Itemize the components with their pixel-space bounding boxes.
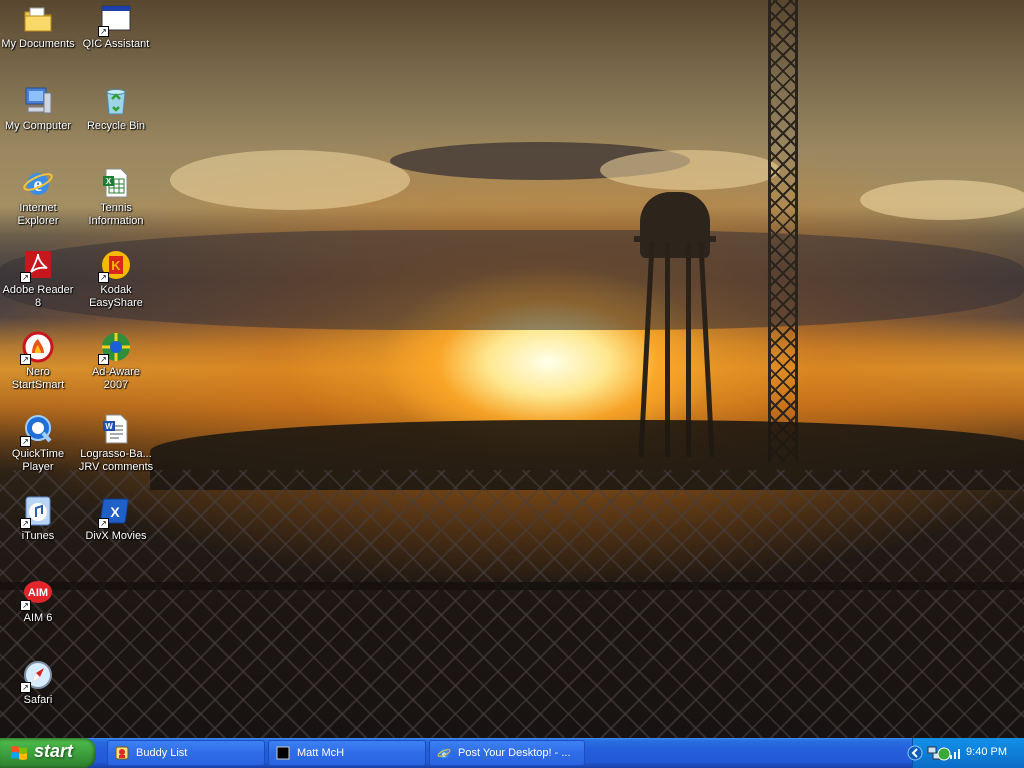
taskbar-button-buddy-list[interactable]: Buddy List — [107, 740, 265, 766]
taskbar-button-label: Buddy List — [136, 747, 188, 759]
desktop-icon-qic-assistant[interactable]: ↗ QIC Assistant — [77, 3, 155, 51]
svg-text:AIM: AIM — [28, 587, 48, 599]
window-icon: ↗ — [98, 3, 132, 37]
wireless-signal-icon[interactable] — [949, 745, 963, 761]
taskbar-button-label: Matt McH — [297, 747, 345, 759]
word-file-icon: W — [100, 413, 132, 445]
shortcut-arrow-icon: ↗ — [20, 518, 31, 529]
shortcut-arrow-icon: ↗ — [20, 354, 31, 365]
svg-text:X: X — [110, 504, 120, 520]
itunes-icon: ↗ — [20, 495, 54, 529]
desktop-icon-my-documents[interactable]: My Documents — [0, 3, 77, 51]
shortcut-arrow-icon: ↗ — [98, 272, 109, 283]
computer-icon — [22, 85, 54, 117]
desktop-icon-tennis-information[interactable]: X Tennis Information — [77, 167, 155, 228]
desktop-icon-lograsso-jrv-comments[interactable]: W Lograsso-Ba... JRV comments — [77, 413, 155, 474]
taskbar-button-label: Post Your Desktop! - ... — [458, 747, 571, 759]
start-button[interactable]: start — [0, 738, 96, 768]
desktop-icon-kodak-easyshare[interactable]: K ↗ Kodak EasyShare — [77, 249, 155, 310]
aim-buddy-icon — [115, 746, 129, 760]
folder-icon — [22, 3, 54, 35]
desktop-icon-label: iTunes — [21, 530, 55, 542]
desktop-icon-label: Safari — [23, 694, 53, 706]
shortcut-arrow-icon: ↗ — [98, 354, 109, 365]
desktop-icon-divx-movies[interactable]: X ↗ DivX Movies — [77, 495, 155, 543]
ad-aware-icon: ↗ — [98, 331, 132, 365]
quicktime-icon: ↗ — [20, 413, 54, 447]
aim-icon: AIM ↗ — [20, 577, 54, 611]
chat-window-icon — [276, 746, 290, 760]
taskbar-button-matt-mch[interactable]: Matt McH — [268, 740, 426, 766]
shortcut-arrow-icon: ↗ — [20, 272, 31, 283]
show-hidden-icons-chevron-icon[interactable] — [907, 745, 923, 761]
taskbar: start Buddy List Matt McH e Post Your De… — [0, 738, 1024, 768]
desktop-icon-itunes[interactable]: ↗ iTunes — [0, 495, 77, 543]
shortcut-arrow-icon: ↗ — [20, 600, 31, 611]
desktop-icon-recycle-bin[interactable]: Recycle Bin — [77, 85, 155, 133]
shortcut-arrow-icon: ↗ — [98, 518, 109, 529]
system-tray: 9:40 PM — [907, 738, 1024, 768]
desktop-icon-label: My Computer — [4, 120, 72, 132]
desktop-icon-label: Adobe Reader 8 — [2, 284, 74, 309]
desktop-icon-label: AIM 6 — [23, 612, 53, 624]
nero-icon: ↗ — [20, 331, 54, 365]
desktop-icon-adobe-reader[interactable]: ↗ Adobe Reader 8 — [0, 249, 77, 310]
adobe-reader-icon: ↗ — [20, 249, 54, 283]
desktop-icon-nero-startsmart[interactable]: ↗ Nero StartSmart — [0, 331, 77, 392]
system-clock[interactable]: 9:40 PM — [966, 746, 1007, 758]
desktop-icon-label: DivX Movies — [85, 530, 147, 542]
safari-icon: ↗ — [20, 659, 54, 693]
internet-explorer-icon: e — [22, 167, 54, 199]
desktop-icon-quicktime-player[interactable]: ↗ QuickTime Player — [0, 413, 77, 474]
desktop-icon-label: Tennis Information — [88, 202, 144, 227]
svg-text:X: X — [106, 177, 112, 186]
desktop-icon-label: Recycle Bin — [86, 120, 146, 132]
shortcut-arrow-icon: ↗ — [20, 682, 31, 693]
recycle-bin-icon — [100, 85, 132, 117]
desktop-icon-ad-aware[interactable]: ↗ Ad-Aware 2007 — [77, 331, 155, 392]
start-label: start — [34, 741, 74, 761]
radio-mast — [768, 0, 798, 462]
desktop-icon-label: My Documents — [1, 38, 75, 50]
svg-text:W: W — [105, 422, 113, 431]
shortcut-arrow-icon: ↗ — [20, 436, 31, 447]
desktop-icon-aim-6[interactable]: AIM ↗ AIM 6 — [0, 577, 77, 625]
desktop-icon-label: Internet Explorer — [17, 202, 59, 227]
shortcut-arrow-icon: ↗ — [98, 26, 109, 37]
excel-file-icon: X — [100, 167, 132, 199]
svg-text:K: K — [111, 258, 121, 273]
desktop-icon-my-computer[interactable]: My Computer — [0, 85, 77, 133]
internet-explorer-icon: e — [437, 748, 451, 759]
desktop-icon-label: Kodak EasyShare — [89, 284, 143, 309]
divx-icon: X ↗ — [98, 495, 132, 529]
desktop-icon-label: QuickTime Player — [11, 448, 65, 473]
windows-logo-icon — [11, 746, 27, 760]
desktop-icon-safari[interactable]: ↗ Safari — [0, 659, 77, 707]
kodak-icon: K ↗ — [98, 249, 132, 283]
desktop-icon-label: Nero StartSmart — [11, 366, 65, 391]
desktop-icon-label: QIC Assistant — [82, 38, 150, 50]
desktop-icon-internet-explorer[interactable]: e Internet Explorer — [0, 167, 77, 228]
taskbar-button-post-your-desktop[interactable]: e Post Your Desktop! - ... — [429, 740, 585, 766]
desktop-icon-label: Lograsso-Ba... JRV comments — [78, 448, 154, 473]
desktop-icon-label: Ad-Aware 2007 — [91, 366, 141, 391]
